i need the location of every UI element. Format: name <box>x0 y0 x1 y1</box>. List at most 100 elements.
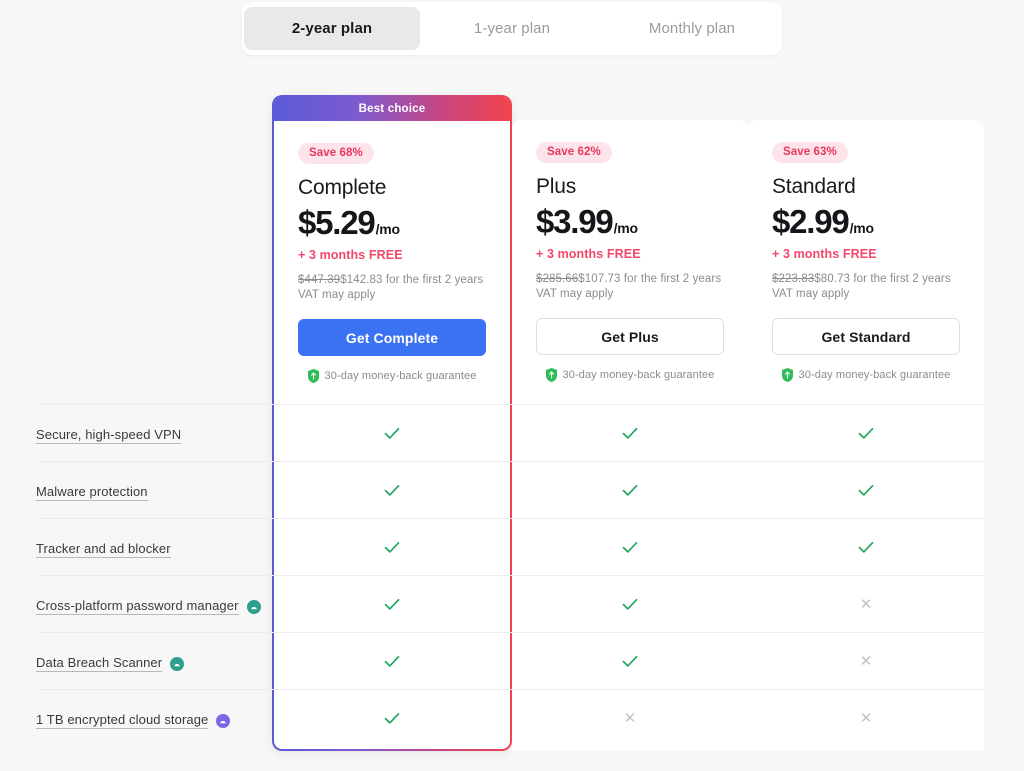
check-icon <box>858 541 874 553</box>
feature-label: Malware protection <box>36 484 148 501</box>
feature-cell-standard <box>748 475 984 505</box>
feature-cell-standard: ✕ <box>748 589 984 619</box>
check-icon <box>384 484 400 496</box>
total-suffix-standard: for the first 2 years <box>850 273 951 285</box>
tab-1-year-plan[interactable]: 1-year plan <box>424 7 600 50</box>
tab-monthly-plan[interactable]: Monthly plan <box>604 7 780 50</box>
row-divider <box>36 632 984 633</box>
save-badge-standard: Save 63% <box>772 142 848 163</box>
row-divider <box>36 689 984 690</box>
get-standard-button[interactable]: Get Standard <box>772 318 960 355</box>
plan-price-complete: $5.29 /mo <box>298 204 486 242</box>
feature-row: Secure, high-speed VPN <box>0 404 1024 461</box>
total-price-standard: $223.83$80.73 for the first 2 years <box>772 273 960 285</box>
price-amount-plus: $3.99 <box>536 203 614 240</box>
row-divider <box>36 575 984 576</box>
feature-label: Cross-platform password manager <box>36 598 261 615</box>
tab-2-year-plan[interactable]: 2-year plan <box>244 7 420 50</box>
old-price-complete: $447.39 <box>298 274 341 286</box>
feature-label-text[interactable]: Data Breach Scanner <box>36 655 163 672</box>
guarantee-standard: 30-day money-back guarantee <box>772 368 960 382</box>
check-icon <box>622 541 638 553</box>
free-months-complete: + 3 months FREE <box>298 248 403 262</box>
save-badge-complete: Save 68% <box>298 143 374 164</box>
cross-icon: ✕ <box>859 709 873 727</box>
check-icon <box>622 655 638 667</box>
best-choice-banner: Best choice <box>274 97 510 121</box>
row-divider <box>36 461 984 462</box>
new-price-plus: $107.73 <box>578 273 621 285</box>
plan-name-standard: Standard <box>772 175 856 198</box>
total-suffix-plus: for the first 2 years <box>620 273 722 285</box>
check-icon <box>858 484 874 496</box>
check-icon <box>622 598 638 610</box>
old-price-plus: $285.66 <box>536 273 579 285</box>
feature-cell-complete <box>274 703 510 733</box>
vat-note-complete: VAT may apply <box>298 289 376 301</box>
feature-row: 1 TB encrypted cloud storage ✕ ✕ <box>0 689 1024 746</box>
shield-icon <box>781 368 793 382</box>
check-icon <box>858 427 874 439</box>
plan-price-plus: $3.99 /mo <box>536 203 724 241</box>
check-icon <box>384 655 400 667</box>
get-complete-button[interactable]: Get Complete <box>298 319 486 356</box>
cross-icon: ✕ <box>623 709 637 727</box>
total-suffix-complete: for the first 2 years <box>382 274 484 286</box>
feature-cell-plus <box>512 532 748 562</box>
feature-label: 1 TB encrypted cloud storage <box>36 712 231 729</box>
plan-name-complete: Complete <box>298 176 387 199</box>
feature-label: Tracker and ad blocker <box>36 541 171 558</box>
guarantee-text-complete: 30-day money-back guarantee <box>324 370 477 382</box>
feature-cell-plus: ✕ <box>512 703 748 733</box>
shield-icon <box>307 369 319 383</box>
check-icon <box>384 712 400 724</box>
feature-label-text[interactable]: 1 TB encrypted cloud storage <box>36 712 209 729</box>
feature-cell-standard <box>748 532 984 562</box>
feature-label-text[interactable]: Tracker and ad blocker <box>36 541 171 558</box>
feature-cell-complete <box>274 646 510 676</box>
feature-cell-plus <box>512 646 748 676</box>
new-price-complete: $142.83 <box>340 274 383 286</box>
row-divider <box>36 518 984 519</box>
purple-badge-icon[interactable] <box>216 713 231 728</box>
cross-icon: ✕ <box>859 595 873 613</box>
new-price-standard: $80.73 <box>814 273 851 285</box>
feature-cell-plus <box>512 418 748 448</box>
feature-cell-standard: ✕ <box>748 646 984 676</box>
cross-icon: ✕ <box>859 652 873 670</box>
old-price-standard: $223.83 <box>772 273 815 285</box>
total-price-plus: $285.66$107.73 for the first 2 years <box>536 273 724 285</box>
free-months-standard: + 3 months FREE <box>772 247 877 261</box>
feature-row: Data Breach Scanner ✕ <box>0 632 1024 689</box>
feature-label-text[interactable]: Cross-platform password manager <box>36 598 239 615</box>
feature-cell-complete <box>274 418 510 448</box>
feature-label: Secure, high-speed VPN <box>36 427 182 444</box>
plan-period-toggle: 2-year plan 1-year plan Monthly plan <box>242 2 782 55</box>
feature-comparison-table: Secure, high-speed VPN Malware protection… <box>0 404 1024 746</box>
total-price-complete: $447.39$142.83 for the first 2 years <box>298 274 486 286</box>
check-icon <box>622 484 638 496</box>
price-amount-complete: $5.29 <box>298 204 376 241</box>
get-plus-button[interactable]: Get Plus <box>536 318 724 355</box>
feature-label-text[interactable]: Secure, high-speed VPN <box>36 427 182 444</box>
teal-badge-icon[interactable] <box>246 599 261 614</box>
vat-note-standard: VAT may apply <box>772 288 850 300</box>
check-icon <box>384 427 400 439</box>
check-icon <box>384 598 400 610</box>
price-period-plus: /mo <box>613 220 638 236</box>
feature-cell-standard <box>748 418 984 448</box>
feature-row: Cross-platform password manager ✕ <box>0 575 1024 632</box>
check-icon <box>622 427 638 439</box>
feature-cell-complete <box>274 475 510 505</box>
guarantee-complete: 30-day money-back guarantee <box>298 369 486 383</box>
feature-cell-complete <box>274 532 510 562</box>
feature-cell-plus <box>512 475 748 505</box>
feature-cell-complete <box>274 589 510 619</box>
feature-row: Malware protection <box>0 461 1024 518</box>
free-months-plus: + 3 months FREE <box>536 247 641 261</box>
vat-note-plus: VAT may apply <box>536 288 614 300</box>
guarantee-plus: 30-day money-back guarantee <box>536 368 724 382</box>
feature-label-text[interactable]: Malware protection <box>36 484 148 501</box>
teal-badge-icon[interactable] <box>170 656 185 671</box>
price-amount-standard: $2.99 <box>772 203 850 240</box>
